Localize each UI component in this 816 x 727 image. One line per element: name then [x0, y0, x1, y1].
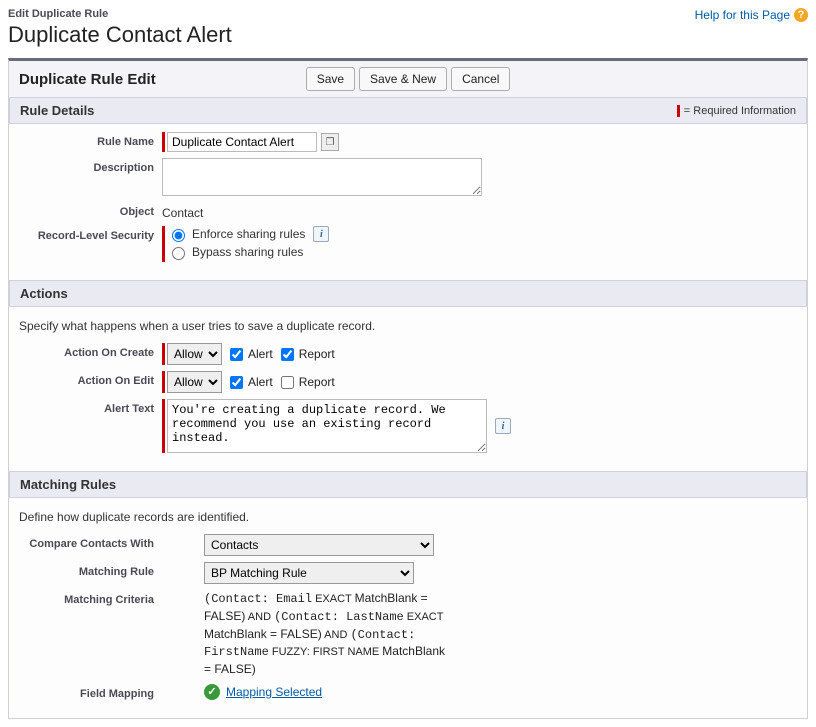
- radio-bypass-input[interactable]: [172, 247, 185, 260]
- label-action-create: Action On Create: [19, 343, 162, 359]
- help-icon: ?: [794, 8, 808, 22]
- required-note: = Required Information: [677, 105, 796, 117]
- rule-name-input[interactable]: [167, 132, 317, 152]
- label-matching-rule: Matching Rule: [19, 562, 162, 578]
- page-title: Duplicate Contact Alert: [8, 22, 232, 48]
- action-edit-alert-checkbox[interactable]: [230, 376, 243, 389]
- chk-label: Alert: [248, 347, 273, 361]
- lookup-icon[interactable]: ❐: [321, 133, 339, 151]
- panel-title: Duplicate Rule Edit: [19, 71, 156, 88]
- label-criteria: Matching Criteria: [19, 590, 162, 606]
- mapping-selected-link[interactable]: Mapping Selected: [226, 685, 322, 699]
- radio-enforce-label: Enforce sharing rules: [192, 227, 305, 241]
- required-bar-icon: [162, 399, 165, 453]
- required-bar-icon: [162, 132, 165, 152]
- actions-intro: Specify what happens when a user tries t…: [19, 319, 797, 333]
- action-edit-select[interactable]: Allow: [167, 371, 222, 393]
- label-alert-text: Alert Text: [19, 399, 162, 415]
- help-link-label: Help for this Page: [695, 8, 790, 22]
- save-new-button[interactable]: Save & New: [359, 67, 447, 91]
- label-field-mapping: Field Mapping: [19, 684, 162, 700]
- matching-intro: Define how duplicate records are identif…: [19, 510, 797, 524]
- action-create-alert-checkbox[interactable]: [230, 348, 243, 361]
- radio-enforce[interactable]: Enforce sharing rules i: [167, 226, 329, 242]
- section-matching: Matching Rules: [9, 471, 807, 498]
- cancel-button[interactable]: Cancel: [451, 67, 510, 91]
- action-create-select[interactable]: Allow: [167, 343, 222, 365]
- breadcrumb: Edit Duplicate Rule: [8, 8, 232, 20]
- info-icon[interactable]: i: [495, 418, 511, 434]
- section-title: Matching Rules: [20, 477, 116, 492]
- required-bar-icon: [162, 226, 165, 262]
- alert-text-input[interactable]: You're creating a duplicate record. We r…: [167, 399, 487, 453]
- matching-criteria-text: (Contact: Email EXACT MatchBlank = FALSE…: [204, 590, 454, 678]
- chk-label: Alert: [248, 375, 273, 389]
- required-bar-icon: [162, 371, 165, 393]
- radio-enforce-input[interactable]: [172, 229, 185, 242]
- radio-bypass[interactable]: Bypass sharing rules: [167, 244, 329, 260]
- label-action-edit: Action On Edit: [19, 371, 162, 387]
- required-bar-icon: [677, 105, 680, 117]
- edit-panel: Duplicate Rule Edit Save Save & New Canc…: [8, 58, 808, 719]
- label-security: Record-Level Security: [19, 226, 162, 242]
- action-create-report-checkbox[interactable]: [281, 348, 294, 361]
- description-input[interactable]: [162, 158, 482, 196]
- help-link[interactable]: Help for this Page ?: [695, 8, 808, 22]
- save-button[interactable]: Save: [306, 67, 355, 91]
- action-edit-report-checkbox[interactable]: [281, 376, 294, 389]
- object-value: Contact: [162, 202, 203, 220]
- check-circle-icon: ✓: [204, 684, 220, 700]
- label-compare: Compare Contacts With: [19, 534, 162, 550]
- section-rule-details: Rule Details = Required Information: [9, 97, 807, 124]
- required-note-text: = Required Information: [684, 105, 796, 117]
- chk-label: Report: [299, 347, 335, 361]
- info-icon[interactable]: i: [313, 226, 329, 242]
- chk-label: Report: [299, 375, 335, 389]
- compare-select[interactable]: Contacts: [204, 534, 434, 556]
- section-title: Rule Details: [20, 103, 94, 118]
- matching-rule-select[interactable]: BP Matching Rule: [204, 562, 414, 584]
- label-object: Object: [19, 202, 162, 218]
- radio-bypass-label: Bypass sharing rules: [192, 245, 303, 259]
- label-rule-name: Rule Name: [19, 132, 162, 148]
- section-title: Actions: [20, 286, 68, 301]
- section-actions: Actions: [9, 280, 807, 307]
- required-bar-icon: [162, 343, 165, 365]
- label-description: Description: [19, 158, 162, 174]
